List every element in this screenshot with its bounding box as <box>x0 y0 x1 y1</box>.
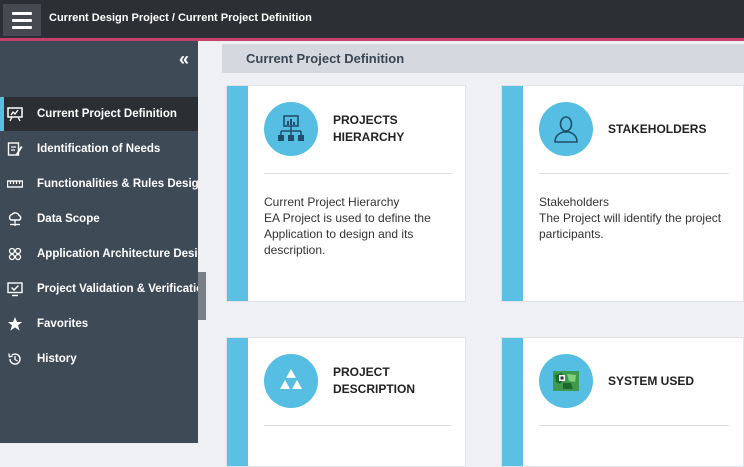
card-divider <box>539 173 729 174</box>
history-icon <box>8 353 21 365</box>
card-accent-stripe <box>502 338 523 466</box>
sidebar-item-label: Project Validation & Verification <box>37 283 198 295</box>
card-accent-stripe <box>502 86 523 301</box>
card-system-used[interactable]: SYSTEM USED <box>501 337 744 467</box>
page-title: Current Project Definition <box>246 51 405 66</box>
system-map-icon <box>539 354 593 408</box>
card-description: Stakeholders The Project will identify t… <box>539 195 722 241</box>
card-title: PROJECTS HIERARCHY <box>333 113 405 144</box>
person-icon <box>539 102 593 156</box>
architecture-icon <box>8 247 22 261</box>
sidebar-item-application-architecture-design[interactable]: Application Architecture Design <box>0 237 198 271</box>
star-icon <box>7 317 23 331</box>
breadcrumb: Current Design Project / Current Project… <box>49 12 312 24</box>
top-bar: Current Design Project / Current Project… <box>0 0 744 38</box>
presentation-icon <box>7 107 23 122</box>
sidebar-item-label: Current Project Definition <box>37 108 177 120</box>
card-title: PROJECT DESCRIPTION <box>333 365 416 396</box>
sidebar-item-identification-of-needs[interactable]: Identification of Needs <box>0 132 198 166</box>
card-divider <box>264 425 451 426</box>
card-description: Current Project Hierarchy EA Project is … <box>264 195 431 257</box>
sidebar-item-label: Data Scope <box>37 213 100 225</box>
card-projects-hierarchy[interactable]: PROJECTS HIERARCHY Current Project Hiera… <box>226 85 466 302</box>
card-stakeholders[interactable]: STAKEHOLDERS Stakeholders The Project wi… <box>501 85 744 302</box>
sidebar-item-functionalities-rules-design[interactable]: Functionalities & Rules Design <box>0 167 198 201</box>
card-title: SYSTEM USED <box>608 374 695 388</box>
section-header: Current Project Definition <box>222 44 744 73</box>
ruler-icon <box>7 180 23 188</box>
hierarchy-chart-icon <box>264 102 318 156</box>
edit-note-icon <box>7 142 23 156</box>
monitor-check-icon <box>7 282 23 297</box>
sidebar-item-label: History <box>37 353 77 365</box>
sidebar-item-project-validation-verification[interactable]: Project Validation & Verification <box>0 272 198 306</box>
sidebar-item-label: Application Architecture Design <box>37 248 198 260</box>
sidebar: « Current Project Definition Identificat… <box>0 41 198 443</box>
sidebar-item-favorites[interactable]: Favorites <box>0 307 198 341</box>
sidebar-item-label: Favorites <box>37 318 89 330</box>
sidebar-item-label: Identification of Needs <box>37 143 161 155</box>
sidebar-item-data-scope[interactable]: Data Scope <box>0 202 198 236</box>
card-divider <box>539 425 729 426</box>
card-project-description[interactable]: PROJECT DESCRIPTION <box>226 337 466 467</box>
sidebar-resize-handle[interactable] <box>198 272 206 320</box>
card-accent-stripe <box>227 86 248 301</box>
card-divider <box>264 173 451 174</box>
sidebar-item-label: Functionalities & Rules Design <box>37 178 198 190</box>
cloud-network-icon <box>8 212 22 226</box>
sidebar-item-history[interactable]: History <box>0 342 198 376</box>
collapse-sidebar-icon[interactable]: « <box>179 50 189 68</box>
card-accent-stripe <box>227 338 248 466</box>
sidebar-item-current-project-definition[interactable]: Current Project Definition <box>0 97 198 131</box>
triangle-blocks-icon <box>264 354 318 408</box>
hamburger-menu-icon[interactable] <box>3 4 41 36</box>
card-title: STAKEHOLDERS <box>608 122 707 136</box>
